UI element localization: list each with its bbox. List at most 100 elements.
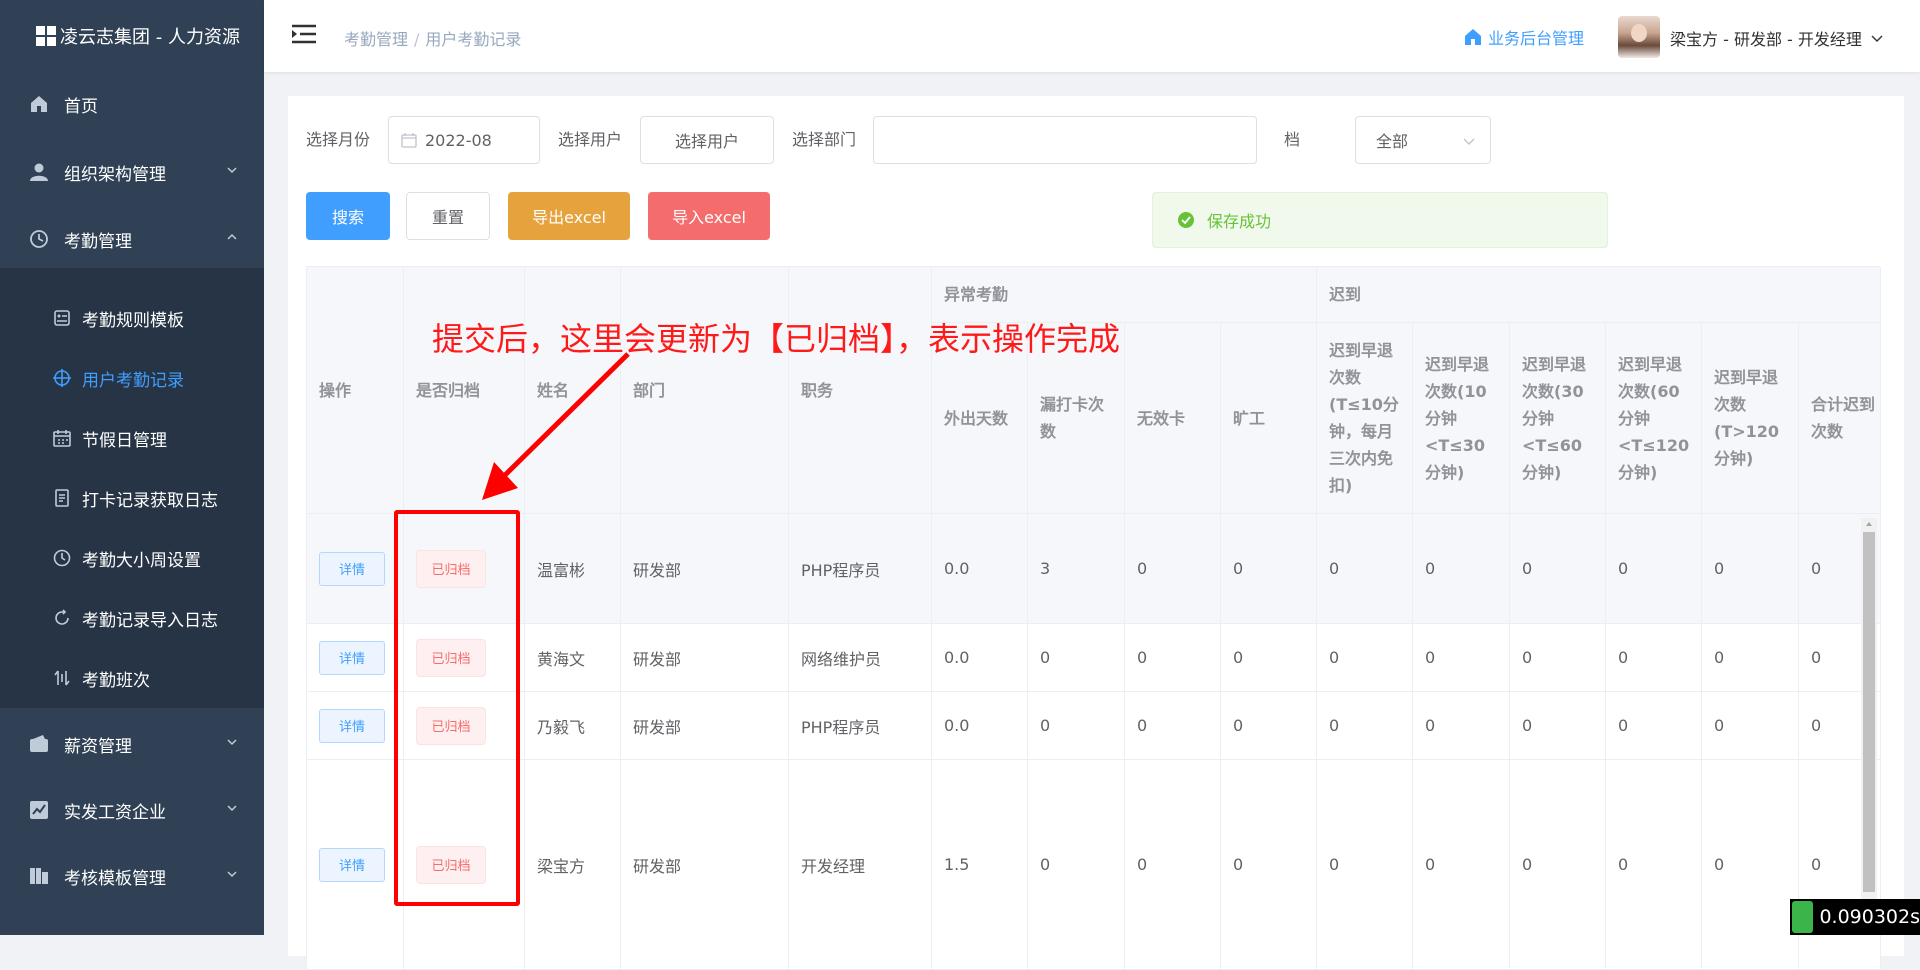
avatar[interactable] (1618, 16, 1660, 58)
th-late-group: 迟到 (1317, 267, 1881, 323)
chevron-down-icon (227, 739, 237, 746)
sidebar: 凌云志集团 - 人力资源 首页 组织架构管理 考勤管理 考勤规则模板 用户考勤记… (0, 0, 264, 935)
th-late-120: 迟到早退次数(60分钟<T≤120分钟) (1606, 323, 1702, 514)
th-position: 职务 (789, 267, 932, 514)
user-select-placeholder: 选择用户 (674, 132, 739, 151)
template-icon (28, 865, 50, 887)
submenu-user-attendance[interactable]: 用户考勤记录 (0, 350, 264, 406)
dept-select[interactable] (873, 116, 1257, 164)
detail-button[interactable]: 详情 (319, 708, 385, 743)
menu-org[interactable]: 组织架构管理 (0, 144, 264, 200)
td-missed-punch: 3 (1028, 514, 1125, 624)
clock-icon (28, 228, 50, 250)
detail-button[interactable]: 详情 (319, 847, 385, 882)
submenu-rules-template[interactable]: 考勤规则模板 (0, 290, 264, 346)
calendar-icon (401, 133, 417, 148)
export-excel-button[interactable]: 导出excel (508, 192, 630, 240)
menu-assessment-template[interactable]: 考核模板管理 (0, 848, 264, 904)
hamburger-icon[interactable] (292, 24, 316, 44)
td-position: PHP程序员 (789, 692, 932, 760)
td-name: 黄海文 (525, 624, 621, 692)
chart-icon (28, 799, 50, 821)
user-label: 选择用户 (558, 130, 623, 149)
reset-button[interactable]: 重置 (406, 192, 490, 240)
archive-label: 档 (1284, 130, 1301, 149)
navbar: 考勤管理 / 用户考勤记录 业务后台管理 梁宝方 - 研发部 - 开发经理 (264, 0, 1920, 72)
td-late-120: 0 (1606, 692, 1702, 760)
dept-label: 选择部门 (792, 130, 857, 149)
menu-home[interactable]: 首页 (0, 76, 264, 132)
month-value: 2022-08 (425, 130, 492, 150)
td-op: 详情 (307, 760, 404, 970)
td-late-120: 0 (1606, 760, 1702, 970)
th-late-total: 合计迟到次数 (1799, 323, 1881, 514)
td-op: 详情 (307, 514, 404, 624)
calendar-icon (52, 428, 72, 448)
td-late-30: 0 (1413, 692, 1510, 760)
archive-select[interactable]: 全部 (1355, 116, 1491, 164)
user-dropdown[interactable]: 梁宝方 - 研发部 - 开发经理 (1670, 26, 1884, 50)
detail-button[interactable]: 详情 (319, 551, 385, 586)
th-late-60: 迟到早退次数(30分钟<T≤60分钟) (1510, 323, 1606, 514)
shift-icon (52, 668, 72, 688)
td-missed-punch: 0 (1028, 624, 1125, 692)
search-button[interactable]: 搜索 (306, 192, 390, 240)
breadcrumb: 考勤管理 / 用户考勤记录 (344, 26, 521, 50)
th-absent: 旷工 (1221, 323, 1317, 514)
detail-button[interactable]: 详情 (319, 640, 385, 675)
menu-attendance[interactable]: 考勤管理 (0, 211, 264, 267)
refresh-icon (52, 608, 72, 628)
submenu-week-setting[interactable]: 考勤大小周设置 (0, 530, 264, 586)
td-invalid-card: 0 (1125, 760, 1221, 970)
td-late-over: 0 (1702, 514, 1799, 624)
timer-value: 0.090302s (1819, 906, 1920, 928)
breadcrumb-separator: / (414, 30, 420, 49)
import-excel-button[interactable]: 导入excel (648, 192, 770, 240)
breadcrumb-item[interactable]: 考勤管理 (344, 30, 408, 49)
month-picker[interactable]: 2022-08 (388, 116, 540, 164)
submenu-import-log[interactable]: 考勤记录导入日志 (0, 590, 264, 646)
breadcrumb-current: 用户考勤记录 (425, 30, 522, 49)
main-content: 选择月份 2022-08 选择用户 选择用户 选择部门 档 全部 搜索 重置 导… (288, 96, 1904, 970)
td-out-days: 1.5 (932, 760, 1028, 970)
th-late-30: 迟到早退次数(10分钟<T≤30分钟) (1413, 323, 1510, 514)
user-select[interactable]: 选择用户 (640, 116, 774, 164)
scrollbar-thumb[interactable] (1863, 532, 1875, 892)
td-late-over: 0 (1702, 760, 1799, 970)
menu-payroll-company[interactable]: 实发工资企业 (0, 782, 264, 838)
menu-salary[interactable]: 薪资管理 (0, 716, 264, 772)
td-late-over: 0 (1702, 692, 1799, 760)
clock-icon (52, 548, 72, 568)
submenu-shifts[interactable]: 考勤班次 (0, 650, 264, 706)
td-late-60: 0 (1510, 692, 1606, 760)
home-icon (1465, 29, 1481, 45)
timer-logo-icon (1792, 901, 1814, 933)
toast-message: 保存成功 (1207, 212, 1272, 231)
chevron-down-icon (1463, 138, 1475, 145)
td-late-30: 0 (1413, 760, 1510, 970)
th-dept: 部门 (621, 267, 789, 514)
td-dept: 研发部 (621, 624, 789, 692)
table-scrollbar[interactable] (1861, 518, 1877, 935)
td-late-60: 0 (1510, 760, 1606, 970)
td-absent: 0 (1221, 624, 1317, 692)
td-late-30: 0 (1413, 624, 1510, 692)
brand[interactable]: 凌云志集团 - 人力资源 (0, 0, 264, 72)
month-label: 选择月份 (306, 130, 371, 149)
chevron-down-icon (1871, 35, 1883, 42)
td-name: 乃毅飞 (525, 692, 621, 760)
td-late-30: 0 (1413, 514, 1510, 624)
td-absent: 0 (1221, 760, 1317, 970)
td-late-10: 0 (1317, 514, 1413, 624)
brand-title: 凌云志集团 - 人力资源 (60, 27, 240, 48)
submenu-punch-log[interactable]: 打卡记录获取日志 (0, 470, 264, 526)
th-op: 操作 (307, 267, 404, 514)
td-absent: 0 (1221, 514, 1317, 624)
target-icon (52, 368, 72, 388)
td-position: PHP程序员 (789, 514, 932, 624)
submenu-holidays[interactable]: 节假日管理 (0, 410, 264, 466)
td-name: 温富彬 (525, 514, 621, 624)
annotation-arrow-icon (482, 352, 630, 500)
backend-link[interactable]: 业务后台管理 (1464, 25, 1584, 49)
scroll-up-icon[interactable] (1861, 518, 1877, 530)
